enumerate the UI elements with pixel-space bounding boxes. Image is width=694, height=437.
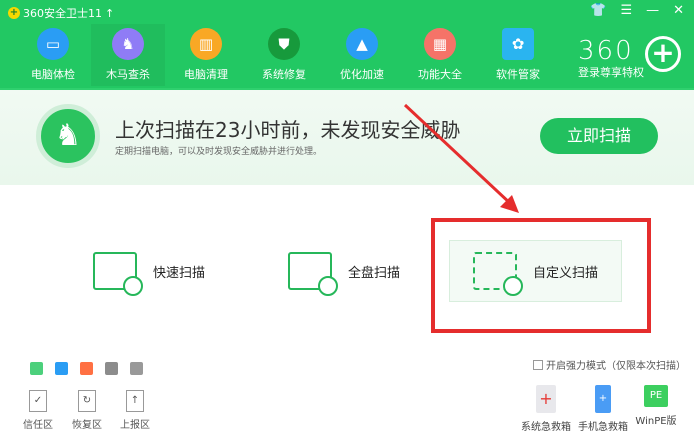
skin-icon[interactable]: 👕 xyxy=(590,3,606,18)
checkbox[interactable] xyxy=(533,359,543,370)
nav-speedup[interactable]: ▲ 优化加速 xyxy=(325,24,399,86)
rocket-icon: ▲ xyxy=(346,28,378,60)
doc-tool-icon[interactable] xyxy=(80,362,93,375)
apps-icon: ✿ xyxy=(502,28,534,60)
rescue-label: WinPE版 xyxy=(635,416,677,427)
phone-icon: + xyxy=(595,385,611,413)
vip-label: 登录尊享特权 xyxy=(578,66,644,79)
umbrella-tool-icon[interactable] xyxy=(130,362,143,375)
folder-scan-icon xyxy=(93,252,143,296)
report-zone-button[interactable]: ↑ 上报区 xyxy=(115,390,155,431)
nav-repair[interactable]: ⛊ 系统修复 xyxy=(247,24,321,86)
nav-software[interactable]: ✿ 软件管家 xyxy=(481,24,555,86)
nav-label: 电脑体检 xyxy=(31,68,75,81)
status-subtitle: 定期扫描电脑，可以及时发现安全威胁并进行处理。 xyxy=(115,147,323,157)
logo-icon: + xyxy=(8,7,20,19)
winpe-button[interactable]: PE WinPE版 xyxy=(628,385,684,427)
brand-360: 360 xyxy=(578,36,634,66)
nav-trojan[interactable]: ♞ 木马查杀 xyxy=(91,24,165,86)
system-rescue-button[interactable]: + 系统急救箱 xyxy=(518,385,574,433)
minimize-icon[interactable]: — xyxy=(646,3,659,18)
grid-icon: ▦ xyxy=(424,28,456,60)
rescue-label: 系统急救箱 xyxy=(521,422,571,433)
zone-label: 上报区 xyxy=(120,420,150,431)
nav-label: 软件管家 xyxy=(496,68,540,81)
vip-login[interactable]: 360 登录尊享特权 xyxy=(578,38,644,80)
scan-label: 全盘扫描 xyxy=(348,265,401,281)
menu-icon[interactable]: ☰ xyxy=(620,3,632,18)
monitor-icon: ▭ xyxy=(37,28,69,60)
zone-label: 信任区 xyxy=(23,420,53,431)
horse-shield-icon: ♞ xyxy=(36,104,100,168)
close-icon[interactable]: ✕ xyxy=(673,3,684,18)
restore-zone-button[interactable]: ↻ 恢复区 xyxy=(67,390,107,431)
monitor-scan-icon xyxy=(288,252,338,296)
scan-now-button[interactable]: 立即扫描 xyxy=(540,118,658,154)
pe-icon: PE xyxy=(644,385,668,407)
speed-tool-icon[interactable] xyxy=(55,362,68,375)
full-scan-button[interactable]: 全盘扫描 xyxy=(288,240,400,302)
nav-label: 功能大全 xyxy=(418,68,462,81)
nav-label: 优化加速 xyxy=(340,68,384,81)
scan-label: 快速扫描 xyxy=(153,265,206,281)
strong-mode-label: 开启强力模式（仅限本次扫描） xyxy=(546,361,686,372)
arrow-up-icon[interactable]: ↑ xyxy=(105,7,114,20)
shield-icon: ⛊ xyxy=(268,28,300,60)
upload-icon: ↑ xyxy=(126,390,144,412)
restore-icon: ↻ xyxy=(78,390,96,412)
highlight-box xyxy=(431,218,651,333)
nav-label: 系统修复 xyxy=(262,68,306,81)
image-tool-icon[interactable] xyxy=(105,362,118,375)
strong-mode-checkbox[interactable]: 开启强力模式（仅限本次扫描） xyxy=(533,357,686,372)
trust-zone-button[interactable]: ✓ 信任区 xyxy=(18,390,58,431)
nav-label: 木马查杀 xyxy=(106,68,150,81)
top-bar: +360安全卫士11 ↑ 👕 ☰ — ✕ ▭ 电脑体检 ♞ 木马查杀 ▥ 电脑清理 ⛊ 系… xyxy=(0,0,694,88)
quick-scan-button[interactable]: 快速扫描 xyxy=(93,240,205,302)
status-banner: ♞ 上次扫描在23小时前，未发现安全威胁 定期扫描电脑，可以及时发现安全威胁并进… xyxy=(0,88,694,185)
phone-rescue-button[interactable]: + 手机急救箱 xyxy=(575,385,631,433)
app-title: +360安全卫士11 ↑ xyxy=(8,5,114,21)
broom-icon: ▥ xyxy=(190,28,222,60)
nav-cleanup[interactable]: ▥ 电脑清理 xyxy=(169,24,243,86)
title-text: 360安全卫士11 xyxy=(23,7,102,20)
nav-features[interactable]: ▦ 功能大全 xyxy=(403,24,477,86)
rescue-label: 手机急救箱 xyxy=(578,422,628,433)
nav-checkup[interactable]: ▭ 电脑体检 xyxy=(16,24,90,86)
first-aid-kit-icon: + xyxy=(536,385,556,413)
zone-label: 恢复区 xyxy=(72,420,102,431)
plus-icon[interactable]: + xyxy=(645,36,681,72)
status-title: 上次扫描在23小时前，未发现安全威胁 xyxy=(115,118,461,142)
nav-label: 电脑清理 xyxy=(184,68,228,81)
cloud-tool-icon[interactable] xyxy=(30,362,43,375)
horse-icon: ♞ xyxy=(112,28,144,60)
trust-icon: ✓ xyxy=(29,390,47,412)
